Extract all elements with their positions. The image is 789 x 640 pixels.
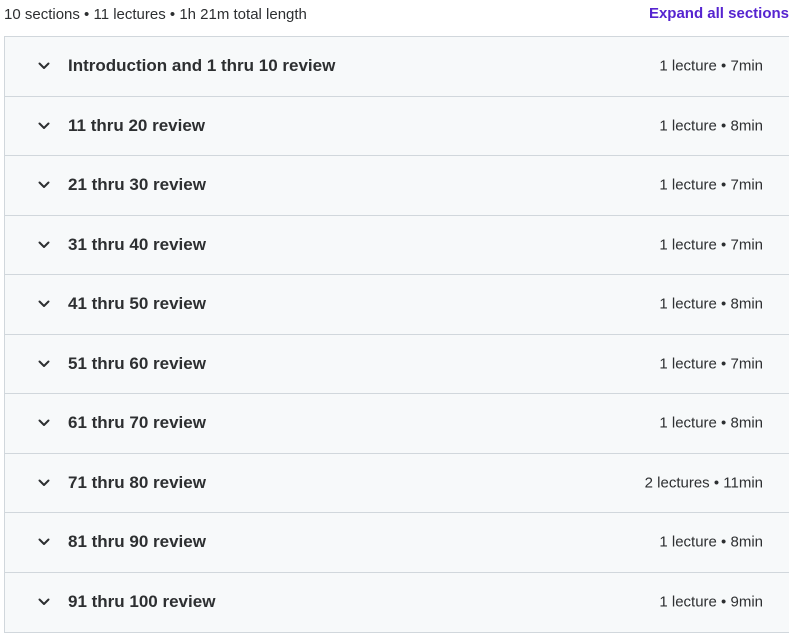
curriculum-summary-bar: 10 sections • 11 lectures • 1h 21m total… <box>0 0 789 30</box>
section-title: 81 thru 90 review <box>68 532 206 552</box>
section-meta: 1 lecture • 7min <box>659 355 763 373</box>
section-title: 51 thru 60 review <box>68 353 206 373</box>
section-meta: 1 lecture • 9min <box>659 593 763 611</box>
section-meta: 1 lecture • 8min <box>659 414 763 432</box>
section-list: Introduction and 1 thru 10 review 1 lect… <box>4 36 789 633</box>
section-title: 21 thru 30 review <box>68 175 206 195</box>
expand-all-sections-button[interactable]: Expand all sections <box>649 5 789 22</box>
section-title: 31 thru 40 review <box>68 234 206 254</box>
section-meta: 1 lecture • 8min <box>659 117 763 135</box>
section-row[interactable]: 61 thru 70 review 1 lecture • 8min <box>5 394 789 454</box>
chevron-down-icon <box>37 357 51 371</box>
section-row[interactable]: 21 thru 30 review 1 lecture • 7min <box>5 156 789 216</box>
curriculum-summary-text: 10 sections • 11 lectures • 1h 21m total… <box>4 6 307 23</box>
section-row[interactable]: 31 thru 40 review 1 lecture • 7min <box>5 215 789 275</box>
chevron-down-icon <box>37 416 51 430</box>
section-meta: 1 lecture • 7min <box>659 176 763 194</box>
section-title: 71 thru 80 review <box>68 472 206 492</box>
chevron-down-icon <box>37 535 51 549</box>
section-meta: 2 lectures • 11min <box>644 474 763 492</box>
section-row[interactable]: 81 thru 90 review 1 lecture • 8min <box>5 513 789 573</box>
section-meta: 1 lecture • 7min <box>659 236 763 254</box>
section-row[interactable]: 11 thru 20 review 1 lecture • 8min <box>5 96 789 156</box>
chevron-down-icon <box>37 238 51 252</box>
chevron-down-icon <box>37 178 51 192</box>
section-title: 41 thru 50 review <box>68 294 206 314</box>
section-meta: 1 lecture • 8min <box>659 295 763 313</box>
section-row[interactable]: 71 thru 80 review 2 lectures • 11min <box>5 453 789 513</box>
section-row[interactable]: Introduction and 1 thru 10 review 1 lect… <box>5 37 789 97</box>
chevron-down-icon <box>37 119 51 133</box>
section-row[interactable]: 41 thru 50 review 1 lecture • 8min <box>5 275 789 335</box>
section-row[interactable]: 91 thru 100 review 1 lecture • 9min <box>5 572 789 632</box>
chevron-down-icon <box>37 59 51 73</box>
chevron-down-icon <box>37 297 51 311</box>
section-title: 61 thru 70 review <box>68 413 206 433</box>
chevron-down-icon <box>37 476 51 490</box>
section-title: 11 thru 20 review <box>68 115 206 135</box>
chevron-down-icon <box>37 595 51 609</box>
section-meta: 1 lecture • 7min <box>659 57 763 75</box>
section-title: 91 thru 100 review <box>68 592 216 612</box>
section-row[interactable]: 51 thru 60 review 1 lecture • 7min <box>5 334 789 394</box>
section-meta: 1 lecture • 8min <box>659 533 763 551</box>
section-title: Introduction and 1 thru 10 review <box>68 56 336 76</box>
